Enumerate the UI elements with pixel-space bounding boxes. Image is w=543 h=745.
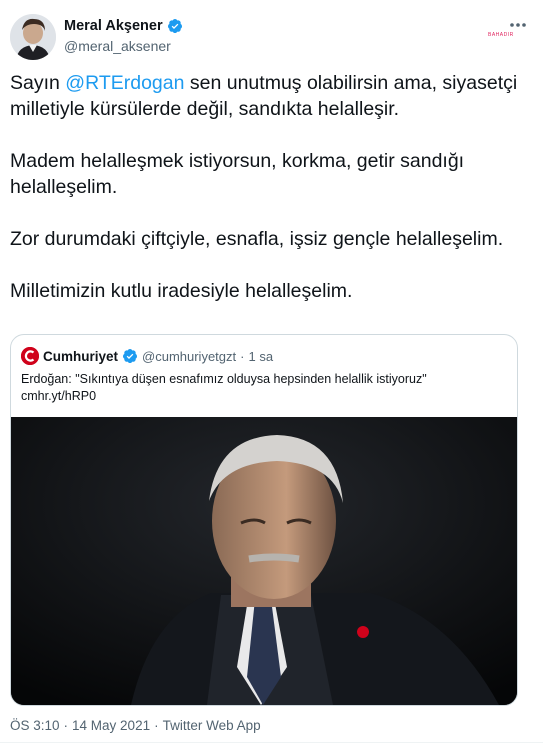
tweet-paragraph-2: Madem helalleşmek istiyorsun, korkma, ge… [10, 150, 465, 198]
watermark-tag: BAHADIR [488, 32, 514, 38]
author-display-name[interactable]: Meral Akşener [64, 18, 163, 34]
quoted-tweet[interactable]: Cumhuriyet @cumhuriyetgzt · 1 sa Erdoğan… [10, 334, 518, 706]
tweet-paragraph-4: Milletimizin kutlu iradesiyle helalleşel… [10, 280, 353, 302]
cumhuriyet-logo-icon [21, 347, 39, 365]
author-block: Meral Akşener @meral_aksener [64, 16, 183, 54]
tweet-source[interactable]: Twitter Web App [163, 718, 261, 733]
quoted-time[interactable]: 1 sa [248, 349, 273, 364]
tweet-time[interactable]: ÖS 3:10 [10, 718, 60, 733]
quoted-handle[interactable]: @cumhuriyetgzt [142, 349, 236, 364]
quoted-headline: Erdoğan: "Sıkıntıya düşen esnafımız oldu… [21, 372, 427, 386]
tweet-line1-prefix: Sayın [10, 72, 66, 94]
tweet-date[interactable]: 14 May 2021 [72, 718, 150, 733]
tweet-text: Sayın @RTErdogan sen unutmuş olabilirsin… [10, 70, 530, 330]
quoted-link[interactable]: cmhr.yt/hRP0 [21, 388, 507, 405]
tweet-paragraph-3: Zor durumdaki çiftçiyle, esnafla, işsiz … [10, 228, 504, 250]
quoted-verified-badge-icon [122, 348, 138, 364]
author-handle[interactable]: @meral_aksener [64, 38, 183, 54]
avatar[interactable] [10, 14, 56, 60]
portrait-image [11, 417, 517, 705]
verified-badge-icon [167, 18, 183, 34]
quoted-header: Cumhuriyet @cumhuriyetgzt · 1 sa [21, 347, 273, 365]
quoted-text: Erdoğan: "Sıkıntıya düşen esnafımız oldu… [21, 371, 507, 405]
meta-separator-1: · [63, 718, 69, 733]
divider [0, 742, 543, 743]
tweet: Meral Akşener @meral_aksener BAHADIR Say… [0, 0, 543, 745]
quoted-name[interactable]: Cumhuriyet [43, 349, 118, 364]
meta-separator-2: · [154, 718, 159, 733]
tweet-meta: ÖS 3:10 · 14 May 2021 · Twitter Web App [10, 718, 261, 733]
avatar-image [10, 14, 56, 60]
quoted-separator: · [240, 348, 245, 364]
author-name-row: Meral Akşener [64, 16, 183, 36]
mention-link[interactable]: @RTErdogan [65, 72, 184, 94]
quoted-photo[interactable] [11, 417, 517, 705]
tweet-paragraph-1: Sayın @RTErdogan sen unutmuş olabilirsin… [10, 70, 530, 122]
